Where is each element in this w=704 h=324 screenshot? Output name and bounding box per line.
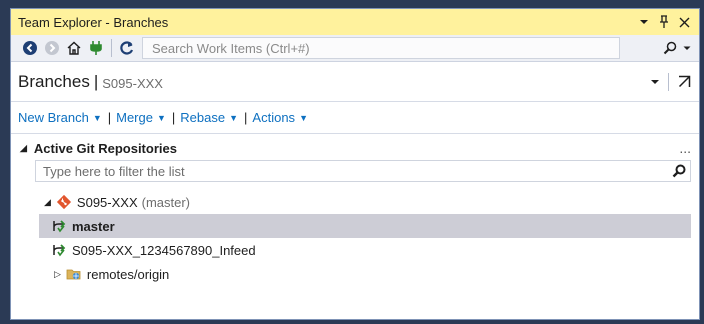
- top-frame-strip: [0, 0, 704, 8]
- expanded-triangle-icon[interactable]: ◢: [44, 197, 51, 208]
- repo-node[interactable]: ◢ S095-XXX (master): [11, 190, 699, 214]
- branch-icon: [51, 219, 67, 233]
- branch-tree: ◢ S095-XXX (master) master S095-XXX_1234…: [11, 190, 699, 286]
- action-separator: |: [171, 110, 176, 125]
- branch-name: S095-XXX_1234567890_Infeed: [72, 242, 256, 258]
- active-git-repositories-header[interactable]: ◢ Active Git Repositories ...: [11, 136, 699, 160]
- refresh-icon[interactable]: [116, 37, 138, 59]
- section-title: Active Git Repositories: [33, 140, 177, 156]
- branch-icon: [51, 243, 67, 257]
- rebase-link[interactable]: Rebase ▼: [177, 110, 242, 125]
- collapsed-triangle-icon[interactable]: ▷: [54, 269, 61, 280]
- header-divider: [668, 72, 669, 91]
- page-dropdown-icon[interactable]: [646, 73, 664, 91]
- branch-item-infeed[interactable]: S095-XXX_1234567890_Infeed: [11, 238, 699, 262]
- search-options-dropdown-icon[interactable]: [681, 37, 693, 59]
- caret-down-icon: ▼: [229, 112, 239, 123]
- page-header: Branches | S095-XXX: [11, 62, 699, 102]
- search-options: [659, 37, 693, 59]
- navigation-toolbar: [11, 35, 699, 62]
- remote-folder-icon: [66, 267, 82, 281]
- undock-arrow-icon[interactable]: [675, 73, 693, 91]
- connect-plug-icon[interactable]: [85, 37, 107, 59]
- filter-search-icon[interactable]: [668, 160, 690, 182]
- remotes-node[interactable]: ▷ remotes/origin: [11, 262, 699, 286]
- caret-down-icon: ▼: [92, 112, 102, 123]
- new-branch-link[interactable]: New Branch ▼: [18, 110, 106, 125]
- panel-titlebar: Team Explorer - Branches: [11, 9, 699, 35]
- branch-item-master[interactable]: master: [39, 214, 691, 238]
- close-icon[interactable]: [675, 13, 693, 31]
- toolbar-divider: [111, 39, 112, 57]
- actions-link[interactable]: Actions ▼: [249, 110, 312, 125]
- remotes-name: remotes/origin: [86, 266, 170, 282]
- caret-down-icon: ▼: [299, 112, 308, 123]
- more-options-icon[interactable]: ...: [679, 140, 691, 156]
- dropdown-arrow-icon[interactable]: [635, 13, 653, 31]
- rebase-label: Rebase: [180, 110, 226, 125]
- pin-icon[interactable]: [655, 13, 673, 31]
- forward-icon[interactable]: [41, 37, 63, 59]
- team-explorer-panel: Team Explorer - Branches Search Work Ite…: [10, 8, 700, 320]
- page-title: Branches: [18, 71, 90, 91]
- merge-label: Merge: [116, 110, 153, 125]
- action-separator: |: [244, 110, 248, 125]
- search-work-items-box[interactable]: [142, 37, 620, 59]
- merge-link[interactable]: Merge ▼: [113, 110, 170, 125]
- panel-title: Team Explorer - Branches: [18, 14, 169, 30]
- search-input[interactable]: [150, 39, 619, 57]
- back-icon[interactable]: [19, 37, 41, 59]
- branch-actions-bar: New Branch ▼ | Merge ▼ | Rebase ▼ | Acti…: [11, 102, 699, 134]
- branch-name: master: [72, 218, 115, 234]
- collapse-triangle-icon[interactable]: ◢: [20, 143, 27, 154]
- new-branch-label: New Branch: [18, 110, 89, 125]
- action-separator: |: [107, 110, 112, 125]
- git-repo-icon: [56, 194, 72, 210]
- header-separator: |: [93, 71, 99, 91]
- caret-down-icon: ▼: [156, 112, 166, 123]
- repository-name[interactable]: S095-XXX: [102, 76, 163, 91]
- home-icon[interactable]: [63, 37, 85, 59]
- branch-filter-box[interactable]: [35, 160, 691, 182]
- repo-current-branch: (master): [141, 194, 191, 210]
- filter-input[interactable]: [41, 162, 668, 180]
- search-icon[interactable]: [659, 37, 681, 59]
- actions-label: Actions: [252, 110, 296, 125]
- repo-name: S095-XXX: [76, 194, 138, 210]
